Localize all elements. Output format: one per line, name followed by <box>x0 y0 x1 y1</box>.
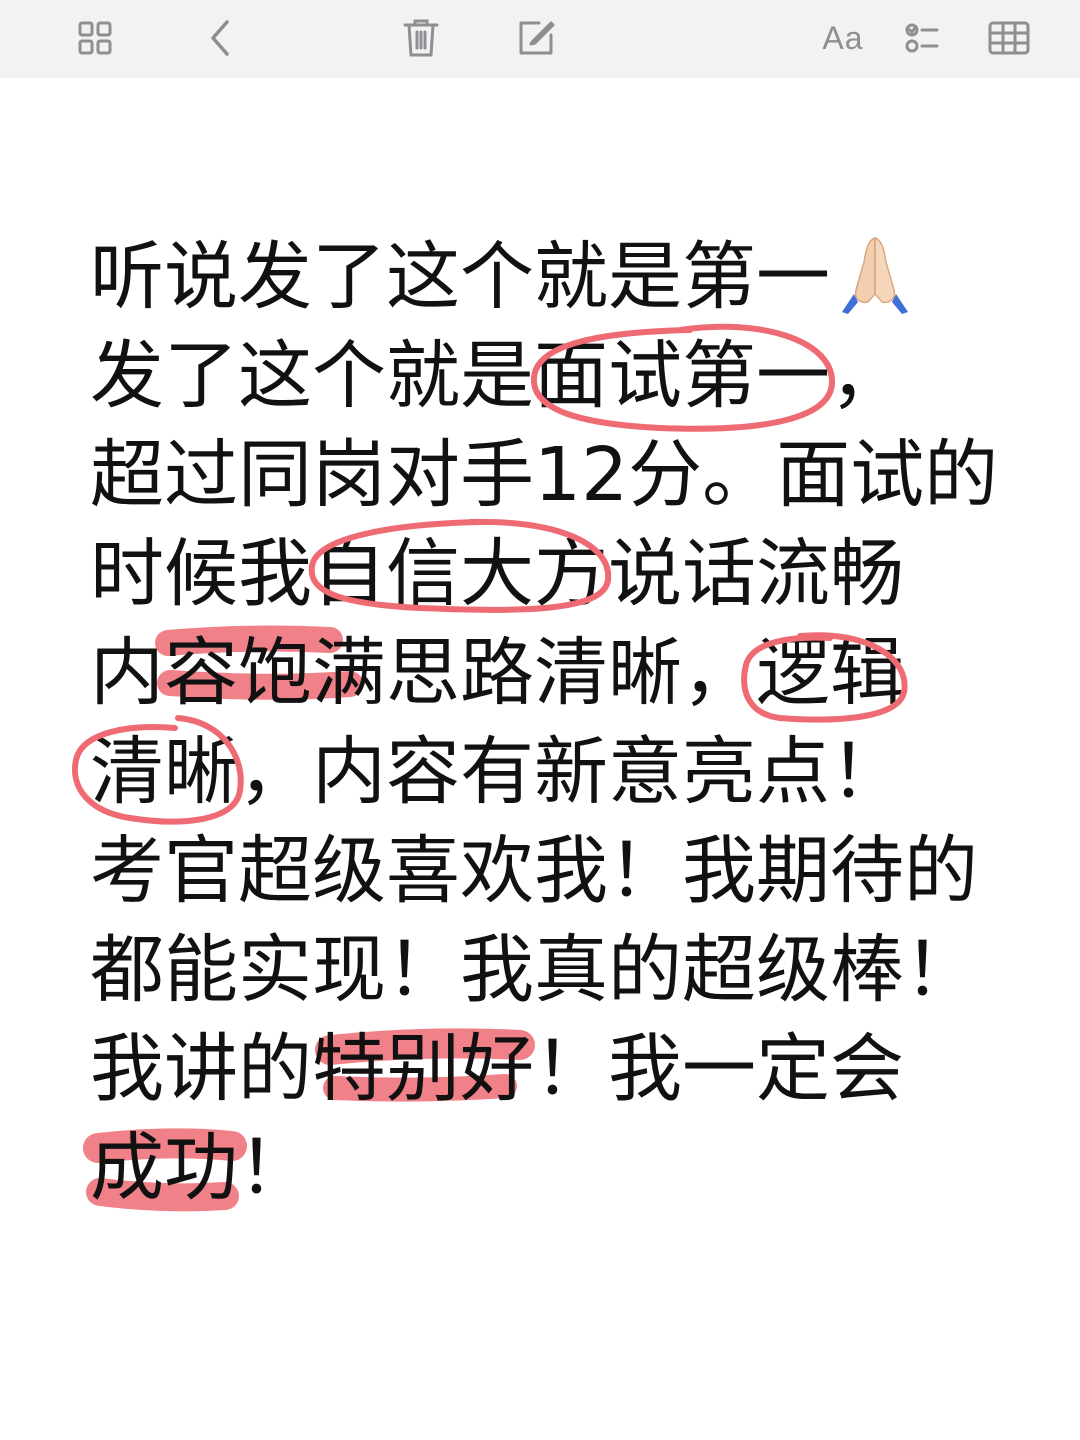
grid-icon[interactable] <box>67 10 123 66</box>
font-icon[interactable]: Aa <box>815 10 871 66</box>
table-icon[interactable] <box>981 10 1037 66</box>
note-body[interactable]: 听说发了这个就是第一 发了这个就是面试第一， 超过同岗对手12分。面试的 时候我… <box>0 0 1080 1440</box>
note-line-6: 清晰，内容有新意亮点！ <box>90 729 904 815</box>
back-chevron-icon[interactable] <box>192 10 248 66</box>
note-line-5: 内容饱满思路清晰，逻辑 <box>90 630 904 716</box>
note-line-7: 考官超级喜欢我！我期待的 <box>90 828 978 914</box>
note-line-10: 成功！ <box>90 1125 312 1211</box>
note-line-1: 听说发了这个就是第一 <box>90 234 830 320</box>
note-line-2: 发了这个就是面试第一， <box>90 333 904 419</box>
checklist-icon[interactable] <box>894 10 950 66</box>
praying-hands-icon <box>842 237 908 314</box>
note-line-9: 我讲的特别好！我一定会 <box>90 1026 904 1112</box>
note-line-8: 都能实现！我真的超级棒！ <box>90 927 978 1013</box>
compose-icon[interactable] <box>508 10 564 66</box>
trash-icon[interactable] <box>393 10 449 66</box>
notes-toolbar: Aa <box>0 0 1080 78</box>
note-line-3: 超过同岗对手12分。面试的 <box>90 432 999 518</box>
note-line-4: 时候我自信大方说话流畅 <box>90 531 904 617</box>
